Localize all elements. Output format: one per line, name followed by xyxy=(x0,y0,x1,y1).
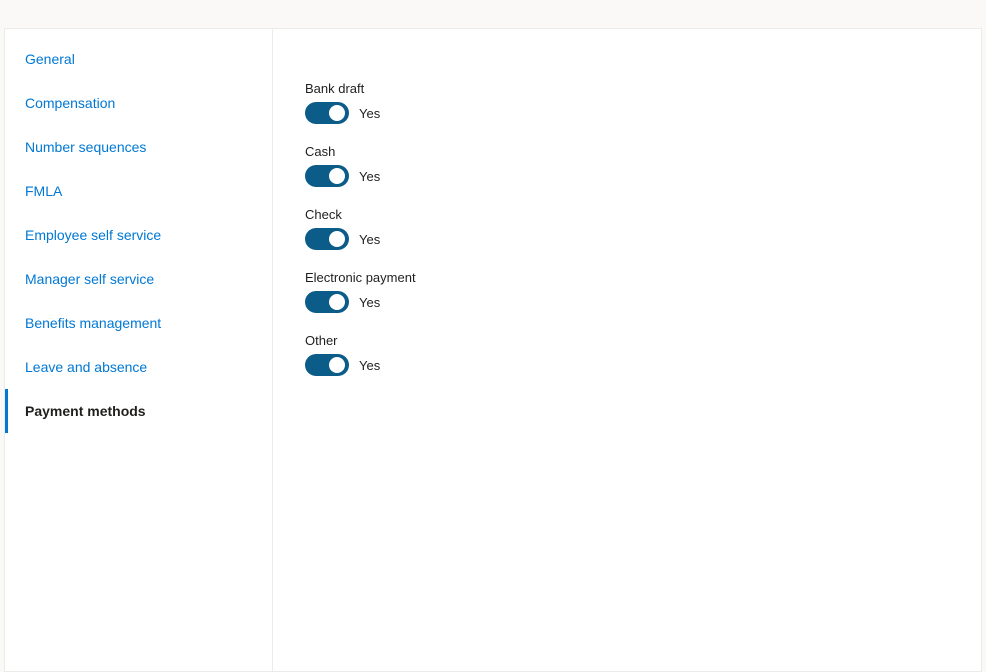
sidebar-item-label-benefits-management: Benefits management xyxy=(25,315,161,331)
sidebar-item-number-sequences[interactable]: Number sequences xyxy=(5,125,272,169)
payment-method-label-other: Other xyxy=(305,333,949,348)
sidebar-item-label-employee-self-service: Employee self service xyxy=(25,227,161,243)
sidebar-item-payment-methods[interactable]: Payment methods xyxy=(5,389,272,433)
toggle-row-check: Yes xyxy=(305,228,949,250)
toggle-bank-draft[interactable] xyxy=(305,102,349,124)
sidebar-item-label-number-sequences: Number sequences xyxy=(25,139,146,155)
sidebar-item-label-compensation: Compensation xyxy=(25,95,115,111)
toggle-thumb-other xyxy=(329,357,345,373)
payment-method-label-check: Check xyxy=(305,207,949,222)
toggle-thumb-cash xyxy=(329,168,345,184)
sidebar-item-general[interactable]: General xyxy=(5,37,272,81)
sidebar-item-label-manager-self-service: Manager self service xyxy=(25,271,154,287)
sidebar-item-label-payment-methods: Payment methods xyxy=(25,403,146,419)
toggle-thumb-bank-draft xyxy=(329,105,345,121)
payment-option-cash: Cash Yes xyxy=(305,144,949,187)
toggle-other[interactable] xyxy=(305,354,349,376)
toggle-thumb-check xyxy=(329,231,345,247)
sidebar-item-manager-self-service[interactable]: Manager self service xyxy=(5,257,272,301)
sidebar: General Compensation Number sequences FMLA E… xyxy=(5,29,273,671)
sidebar-item-label-leave-and-absence: Leave and absence xyxy=(25,359,147,375)
payment-option-electronic-payment: Electronic payment Yes xyxy=(305,270,949,313)
sidebar-item-fmla[interactable]: FMLA xyxy=(5,169,272,213)
toggle-value-bank-draft: Yes xyxy=(359,106,380,121)
sidebar-item-benefits-management[interactable]: Benefits management xyxy=(5,301,272,345)
content-area: General Compensation Number sequences FMLA E… xyxy=(4,28,982,672)
payment-method-label-bank-draft: Bank draft xyxy=(305,81,949,96)
page-title xyxy=(0,12,986,28)
payment-method-label-cash: Cash xyxy=(305,144,949,159)
toggle-row-cash: Yes xyxy=(305,165,949,187)
toggle-electronic-payment[interactable] xyxy=(305,291,349,313)
top-bar xyxy=(0,0,986,12)
sidebar-item-label-general: General xyxy=(25,51,75,67)
payment-option-bank-draft: Bank draft Yes xyxy=(305,81,949,124)
page-container: General Compensation Number sequences FMLA E… xyxy=(0,0,986,672)
toggle-thumb-electronic-payment xyxy=(329,294,345,310)
toggle-value-cash: Yes xyxy=(359,169,380,184)
toggle-value-check: Yes xyxy=(359,232,380,247)
payment-method-label-electronic-payment: Electronic payment xyxy=(305,270,949,285)
sidebar-item-label-fmla: FMLA xyxy=(25,183,62,199)
sidebar-item-compensation[interactable]: Compensation xyxy=(5,81,272,125)
toggle-check[interactable] xyxy=(305,228,349,250)
toggle-row-other: Yes xyxy=(305,354,949,376)
sidebar-item-employee-self-service[interactable]: Employee self service xyxy=(5,213,272,257)
sidebar-item-leave-and-absence[interactable]: Leave and absence xyxy=(5,345,272,389)
toggle-row-electronic-payment: Yes xyxy=(305,291,949,313)
toggle-cash[interactable] xyxy=(305,165,349,187)
toggle-row-bank-draft: Yes xyxy=(305,102,949,124)
toggle-value-other: Yes xyxy=(359,358,380,373)
payment-option-other: Other Yes xyxy=(305,333,949,376)
main-content: Bank draftYesCashYesCheckYesElectronic p… xyxy=(273,29,981,671)
toggle-value-electronic-payment: Yes xyxy=(359,295,380,310)
payment-option-check: Check Yes xyxy=(305,207,949,250)
